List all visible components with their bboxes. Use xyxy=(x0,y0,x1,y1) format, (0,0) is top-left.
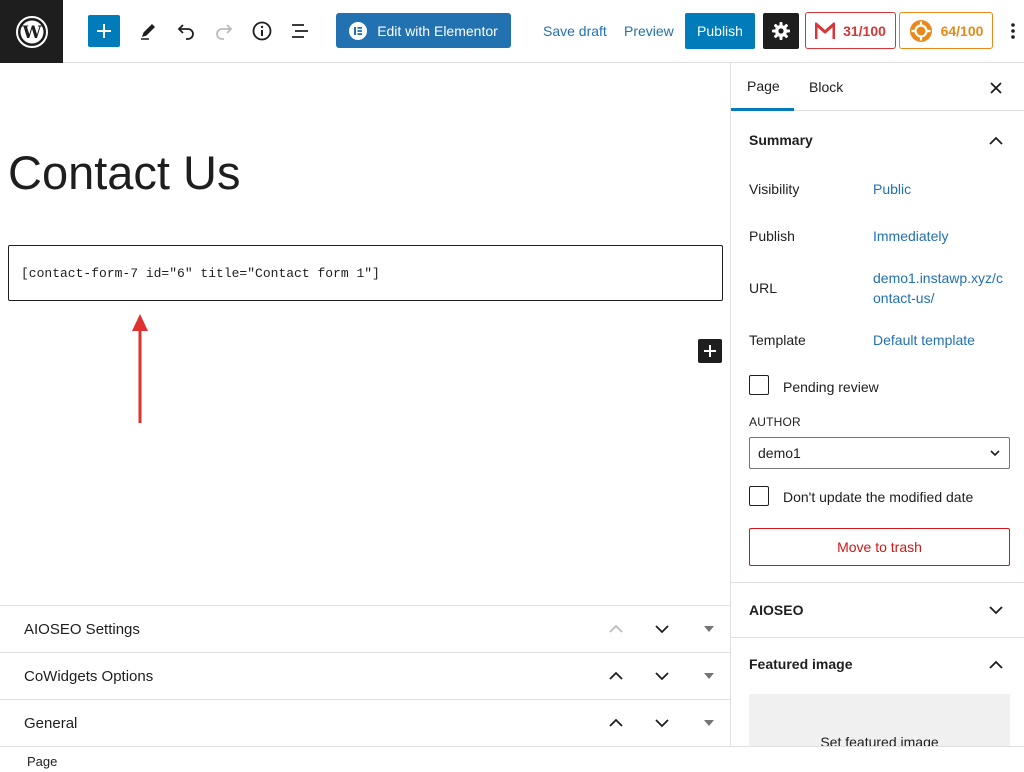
toggle-panel-icon[interactable] xyxy=(698,712,720,734)
tools-pencil-icon[interactable] xyxy=(132,15,164,47)
metabox-title: CoWidgets Options xyxy=(24,667,154,685)
sidebar-divider xyxy=(731,582,1024,583)
metabox-cowidgets-options[interactable]: CoWidgets Options xyxy=(0,652,731,699)
visibility-label: Visibility xyxy=(749,181,800,197)
set-featured-image-label: Set featured image xyxy=(820,734,939,746)
metabox-general[interactable]: General xyxy=(0,699,731,746)
pending-review-label: Pending review xyxy=(783,379,879,395)
save-draft-button[interactable]: Save draft xyxy=(543,15,607,47)
featured-image-panel-header[interactable]: Featured image xyxy=(731,638,1024,690)
annotation-arrow-icon xyxy=(132,314,148,423)
undo-icon[interactable] xyxy=(170,15,202,47)
editor-canvas: Contact Us [contact-form-7 id="6" title=… xyxy=(0,63,731,605)
elementor-icon xyxy=(349,21,368,40)
chevron-down-icon[interactable] xyxy=(986,600,1006,620)
toggle-panel-icon[interactable] xyxy=(698,665,720,687)
readability-score-value: 64/100 xyxy=(940,22,984,39)
details-info-icon[interactable] xyxy=(246,15,278,47)
chevron-up-icon[interactable] xyxy=(986,654,1006,674)
url-value-line2[interactable]: ontact-us/ xyxy=(873,288,934,309)
template-value[interactable]: Default template xyxy=(873,330,975,351)
page-title[interactable]: Contact Us xyxy=(8,145,240,200)
pending-review-checkbox[interactable] xyxy=(749,375,769,395)
author-select[interactable]: demo1 xyxy=(749,437,1010,469)
settings-sidebar: Page Block Summary Visibility Public Pub… xyxy=(731,63,1024,746)
publish-date-value[interactable]: Immediately xyxy=(873,226,948,247)
editor-toolbar: W Edit with Elementor Save draft Preview… xyxy=(0,0,1024,63)
tab-block[interactable]: Block xyxy=(809,63,843,111)
set-featured-image-button[interactable]: Set featured image xyxy=(749,694,1010,746)
url-value-line1[interactable]: demo1.instawp.xyz/c xyxy=(873,268,1003,289)
move-down-icon[interactable] xyxy=(651,712,673,734)
toggle-panel-icon[interactable] xyxy=(698,618,720,640)
visibility-value[interactable]: Public xyxy=(873,179,911,200)
summary-panel-header[interactable]: Summary xyxy=(731,114,1024,166)
shortcode-block[interactable]: [contact-form-7 id="6" title="Contact fo… xyxy=(8,245,723,301)
settings-gear-icon[interactable] xyxy=(763,13,799,49)
featured-image-title: Featured image xyxy=(749,656,853,672)
preview-button[interactable]: Preview xyxy=(624,15,674,47)
publish-button[interactable]: Publish xyxy=(685,13,755,49)
url-label: URL xyxy=(749,280,778,296)
seo-score-value: 31/100 xyxy=(843,22,886,39)
chevron-up-icon[interactable] xyxy=(986,130,1006,150)
summary-title: Summary xyxy=(749,132,813,148)
dont-update-date-label: Don't update the modified date xyxy=(783,489,974,505)
template-label: Template xyxy=(749,332,806,348)
add-block-button[interactable] xyxy=(698,339,722,363)
chevron-down-icon xyxy=(989,446,1001,460)
move-up-icon[interactable] xyxy=(605,665,627,687)
metabox-title: AIOSEO Settings xyxy=(24,620,140,638)
svg-text:W: W xyxy=(21,23,42,43)
aioseo-m-icon xyxy=(815,22,836,40)
aioseo-panel-title: AIOSEO xyxy=(749,602,804,618)
readability-score-button[interactable]: 64/100 xyxy=(899,12,993,49)
readability-gear-icon xyxy=(909,19,933,43)
close-sidebar-icon[interactable] xyxy=(984,76,1008,100)
dont-update-date-checkbox[interactable] xyxy=(749,486,769,506)
move-to-trash-button[interactable]: Move to trash xyxy=(749,528,1010,566)
more-options-icon[interactable] xyxy=(1002,15,1024,47)
metabox-title: General xyxy=(24,714,78,732)
redo-icon[interactable] xyxy=(208,15,240,47)
elementor-button-label: Edit with Elementor xyxy=(377,22,498,39)
author-label: AUTHOR xyxy=(749,415,801,429)
block-inserter-button[interactable] xyxy=(88,15,120,47)
sidebar-tabs: Page Block xyxy=(731,63,1024,111)
seo-score-button[interactable]: 31/100 xyxy=(805,12,896,49)
move-down-icon[interactable] xyxy=(651,618,673,640)
wordpress-logo-icon[interactable]: W xyxy=(0,0,63,63)
tab-page[interactable]: Page xyxy=(731,63,794,111)
list-view-icon[interactable] xyxy=(284,15,316,47)
move-up-icon[interactable] xyxy=(605,618,627,640)
aioseo-panel-header[interactable]: AIOSEO xyxy=(731,584,1024,636)
metabox-aioseo-settings[interactable]: AIOSEO Settings xyxy=(0,605,731,652)
block-breadcrumb-bar: Page xyxy=(0,746,1024,772)
move-down-icon[interactable] xyxy=(651,665,673,687)
publish-label: Publish xyxy=(749,228,795,244)
author-selected-value: demo1 xyxy=(758,445,801,461)
edit-with-elementor-button[interactable]: Edit with Elementor xyxy=(336,13,511,48)
breadcrumb-page[interactable]: Page xyxy=(27,754,57,769)
move-up-icon[interactable] xyxy=(605,712,627,734)
meta-boxes: AIOSEO Settings CoWidgets Options Genera… xyxy=(0,605,731,746)
